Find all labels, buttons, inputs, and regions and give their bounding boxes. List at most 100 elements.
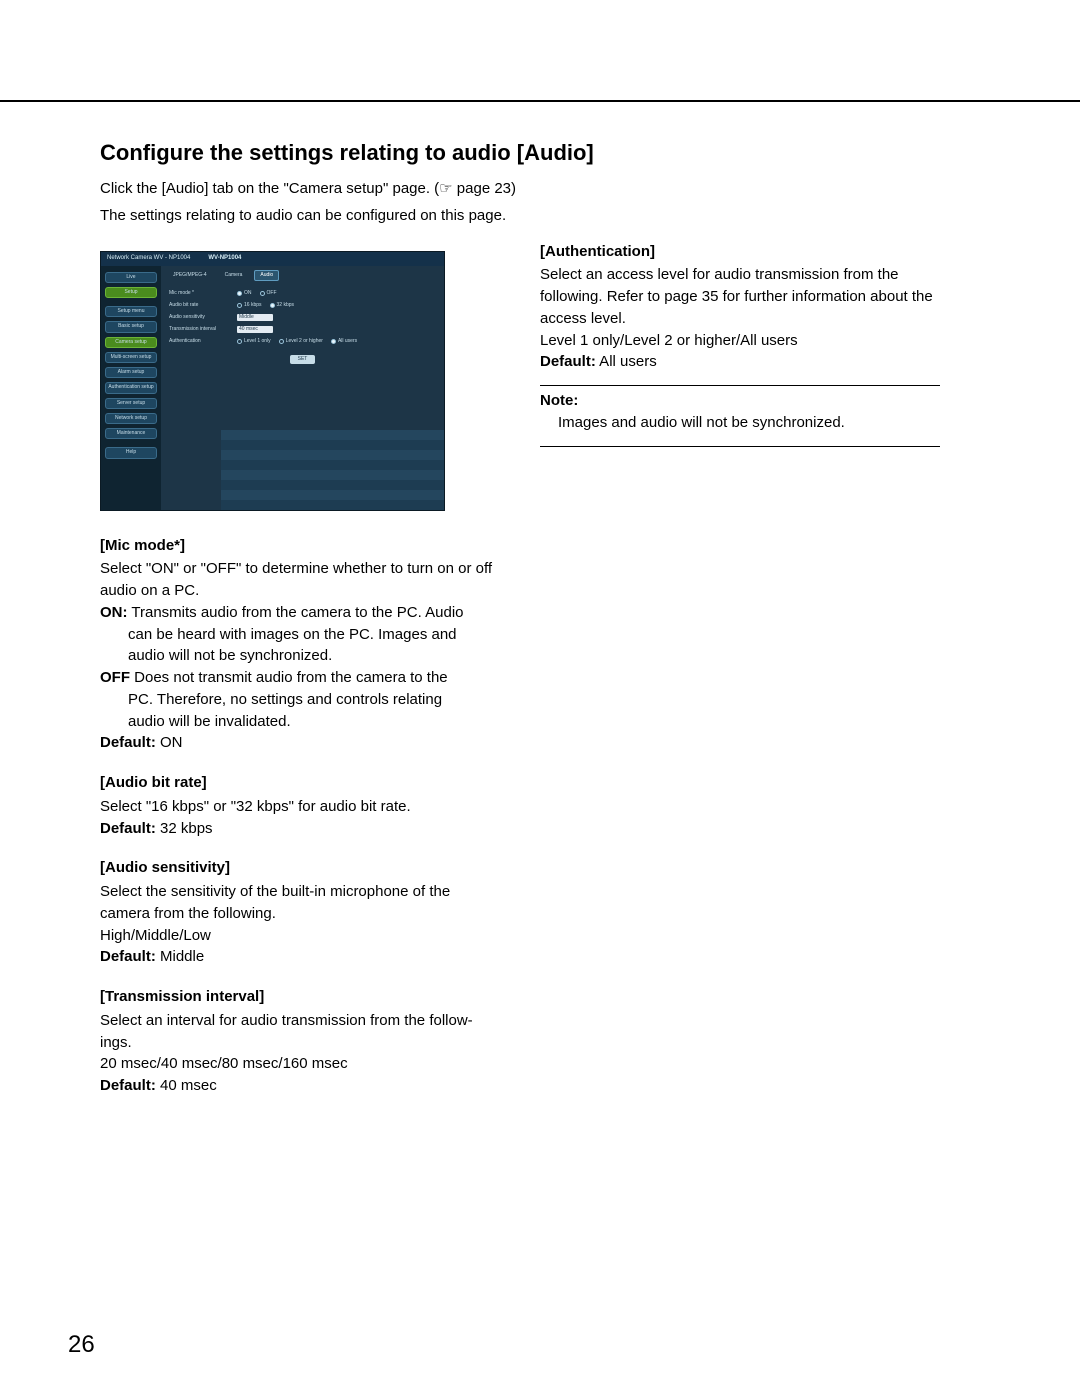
rate-desc: Select "16 kbps" or "32 kbps" for audio … [100,796,500,818]
sc-sidebar: Live Setup Setup menu Basic setup Camera… [101,266,161,510]
sc-setup[interactable]: Setup [105,287,157,298]
page-title: Configure the settings relating to audio… [100,140,1000,166]
mic-default-label: Default: [100,734,156,751]
sc-server[interactable]: Server setup [105,398,157,409]
rate-default-label: Default: [100,820,156,837]
sc-multi[interactable]: Multi-screen setup [105,352,157,363]
camera-ui-screenshot: Network Camera WV - NP1004 WV-NP1004 Liv… [100,251,445,511]
sens-default-label: Default: [100,948,156,965]
sc-basic[interactable]: Basic setup [105,321,157,332]
radio-dot-icon [260,291,265,296]
intv-default-val: 40 msec [156,1077,217,1094]
sc-set-button[interactable]: SET [290,355,316,364]
sc-lbl-auth: Authentication [169,338,237,345]
on-line3: audio will not be synchronized. [100,645,500,667]
sc-main: JPEG/MPEG-4 Camera Audio Mic mode * ON O… [161,266,444,510]
sc-tab-audio[interactable]: Audio [254,270,279,281]
sc-help[interactable]: Help [105,447,157,458]
auth-title: [Authentication] [540,241,940,263]
intv-desc1a: Select an interval for audio transmissio… [100,1010,500,1032]
intv-desc2: 20 msec/40 msec/80 msec/160 msec [100,1053,500,1075]
note-body: Images and audio will not be synchronize… [540,412,940,434]
sc-row-rate: Audio bit rate 16 kbps 32 kbps [169,301,436,311]
lead-1b: page 23) [453,180,516,197]
off-label: OFF [100,669,130,686]
sc-header: Network Camera WV - NP1004 WV-NP1004 [101,252,444,266]
sc-alarm[interactable]: Alarm setup [105,367,157,378]
sc-rate-32-lbl: 32 kbps [277,302,295,309]
rate-title: [Audio bit rate] [100,772,500,794]
sc-auth-all[interactable]: All users [331,338,357,345]
mic-title: [Mic mode*] [100,535,500,557]
auth-opts: Level 1 only/Level 2 or higher/All users [540,330,940,352]
intv-default: Default: 40 msec [100,1075,500,1097]
radio-dot-icon [279,339,284,344]
auth-default-label: Default: [540,353,596,370]
off-line2: PC. Therefore, no settings and controls … [100,689,500,711]
sc-live[interactable]: Live [105,272,157,283]
sc-lbl-intv: Transmission interval [169,326,237,333]
sens-desc2: High/Middle/Low [100,925,500,947]
note-label: Note: [540,390,940,412]
sc-sens-select[interactable]: Middle [237,314,273,321]
sc-auth-l1[interactable]: Level 1 only [237,338,271,345]
sc-lbl-sens: Audio sensitivity [169,314,237,321]
sc-rate-32[interactable]: 32 kbps [270,302,295,309]
mic-desc: Select "ON" or "OFF" to determine whethe… [100,558,500,602]
sc-auth-l2-lbl: Level 2 or higher [286,338,323,345]
sens-default: Default: Middle [100,946,500,968]
mic-default-val: ON [156,734,183,751]
sc-auth-all-lbl: All users [338,338,357,345]
intv-desc1b: ings. [100,1032,500,1054]
radio-dot-icon [270,303,275,308]
rate-default: Default: 32 kbps [100,818,500,840]
sc-maint[interactable]: Maintenance [105,428,157,439]
sc-row-sens: Audio sensitivity Middle [169,313,436,323]
sc-mic-off[interactable]: OFF [260,290,277,297]
hand-icon: ☞ [439,181,452,197]
sc-auth-l1-lbl: Level 1 only [244,338,271,345]
radio-dot-icon [237,291,242,296]
sens-desc1: Select the sensitivity of the built-in m… [100,881,500,925]
top-rule [0,100,1080,102]
sc-rate-16[interactable]: 16 kbps [237,302,262,309]
sc-brand: Network Camera WV - NP1004 [107,254,190,263]
sc-tab-jpeg[interactable]: JPEG/MPEG-4 [167,270,213,281]
sc-rate-16-lbl: 16 kbps [244,302,262,309]
mic-on: ON: Transmits audio from the camera to t… [100,602,500,624]
sc-form: Mic mode * ON OFF Audio bit rate 16 kbps [161,285,444,368]
lead-1: Click the [Audio] tab on the "Camera set… [100,178,1000,201]
sc-tabs: JPEG/MPEG-4 Camera Audio [161,266,444,285]
sc-network[interactable]: Network setup [105,413,157,424]
sc-lbl-rate: Audio bit rate [169,302,237,309]
off-rest-1: Does not transmit audio from the camera … [130,669,448,686]
sc-mic-on[interactable]: ON [237,290,252,297]
note-rule-top [540,385,940,386]
auth-default-val: All users [596,353,657,370]
intv-default-label: Default: [100,1077,156,1094]
rate-default-val: 32 kbps [156,820,213,837]
on-label: ON: [100,604,128,621]
sc-camera[interactable]: Camera setup [105,337,157,348]
auth-desc: Select an access level for audio transmi… [540,264,940,329]
sc-mic-on-lbl: ON [244,290,252,297]
sc-tab-camera[interactable]: Camera [219,270,249,281]
sc-mic-off-lbl: OFF [267,290,277,297]
radio-dot-icon [331,339,336,344]
on-line2: can be heard with images on the PC. Imag… [100,624,500,646]
auth-default: Default: All users [540,351,940,373]
mic-default: Default: ON [100,732,500,754]
sc-lbl-mic: Mic mode * [169,290,237,297]
lead-1a: Click the [Audio] tab on the "Camera set… [100,180,439,197]
page-number: 26 [68,1331,95,1359]
sc-auth-l2[interactable]: Level 2 or higher [279,338,323,345]
sens-default-val: Middle [156,948,204,965]
sc-auth[interactable]: Authentication setup [105,382,157,393]
intv-title: [Transmission interval] [100,986,500,1008]
lead-2: The settings relating to audio can be co… [100,205,1000,227]
on-rest-1: Transmits audio from the camera to the P… [128,604,464,621]
sc-setup-menu[interactable]: Setup menu [105,306,157,317]
radio-dot-icon [237,339,242,344]
sc-intv-select[interactable]: 40 msec [237,326,273,333]
sens-title: [Audio sensitivity] [100,857,500,879]
